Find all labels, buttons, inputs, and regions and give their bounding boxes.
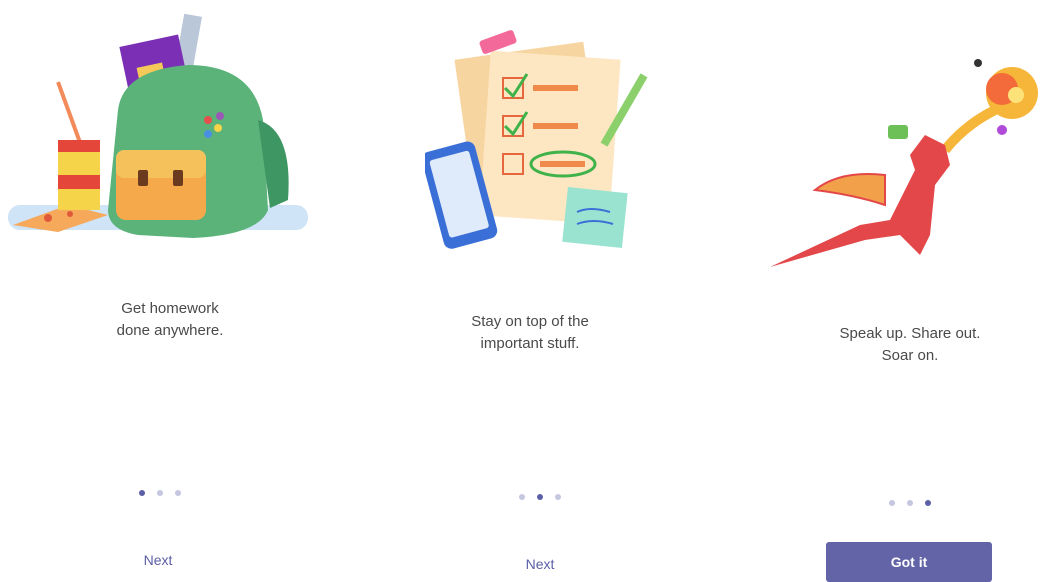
slide-caption: Speak up. Share out. Soar on.	[839, 325, 981, 364]
onboarding-slide-3: Speak up. Share out. Soar on. Got it	[740, 0, 1040, 582]
page-dot-3	[925, 500, 931, 506]
onboarding-slide-2: Stay on top of the important stuff. Next	[360, 0, 700, 580]
dragon-illustration	[770, 59, 1038, 267]
backpack-illustration	[8, 13, 308, 238]
page-indicator	[0, 490, 330, 496]
page-dot-2	[157, 490, 163, 496]
page-dot-1	[519, 494, 525, 500]
page-dot-2	[537, 494, 543, 500]
next-button[interactable]: Next	[0, 552, 328, 568]
checklist-illustration	[425, 30, 648, 249]
page-dot-3	[175, 490, 181, 496]
onboarding-slide-1: Get homework done anywhere. Next	[0, 0, 340, 580]
page-indicator	[370, 494, 710, 500]
slide-caption: Get homework done anywhere.	[116, 300, 224, 339]
page-dot-3	[555, 494, 561, 500]
page-dot-2	[907, 500, 913, 506]
next-button[interactable]: Next	[370, 556, 710, 572]
page-indicator	[740, 500, 1040, 506]
got-it-button[interactable]: Got it	[826, 542, 992, 582]
page-dot-1	[139, 490, 145, 496]
slide-caption: Stay on top of the important stuff.	[471, 313, 589, 352]
page-dot-1	[889, 500, 895, 506]
